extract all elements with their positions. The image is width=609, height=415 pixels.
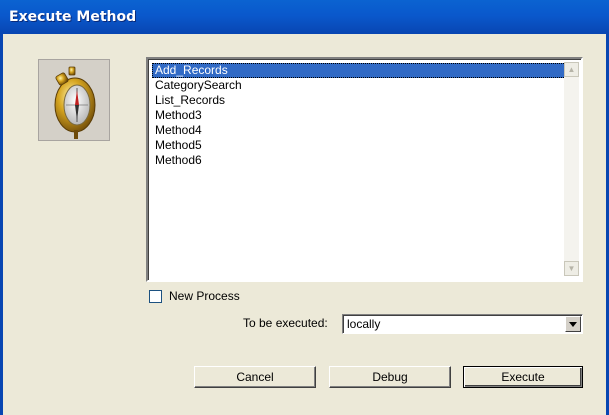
chevron-down-icon bbox=[569, 322, 577, 327]
dropdown-button[interactable] bbox=[565, 316, 581, 332]
execute-location-label: To be executed: bbox=[243, 316, 328, 330]
method-list-item[interactable]: List_Records bbox=[152, 93, 566, 108]
method-list-scrollbar[interactable]: ▲ ▼ bbox=[564, 62, 579, 276]
execute-method-dialog: Execute Method Add_Records CategorySearc… bbox=[0, 0, 609, 415]
method-list-items: Add_Records CategorySearch List_Records Met… bbox=[152, 63, 566, 168]
execute-button[interactable]: Execute bbox=[463, 366, 583, 388]
scroll-up-button[interactable]: ▲ bbox=[564, 62, 579, 77]
scroll-down-button[interactable]: ▼ bbox=[564, 261, 579, 276]
execute-location-value: locally bbox=[347, 317, 381, 331]
new-process-option[interactable]: New Process bbox=[149, 288, 240, 304]
compass-icon-frame bbox=[38, 59, 110, 141]
method-list[interactable]: Add_Records CategorySearch List_Records Met… bbox=[146, 57, 583, 282]
compass-icon bbox=[39, 60, 109, 140]
title-bar[interactable]: Execute Method bbox=[0, 0, 609, 34]
method-list-item[interactable]: Method4 bbox=[152, 123, 566, 138]
execute-location-select[interactable]: locally bbox=[342, 314, 583, 334]
new-process-checkbox[interactable] bbox=[149, 289, 162, 303]
window-border-left bbox=[0, 34, 3, 415]
method-list-item[interactable]: Method5 bbox=[152, 138, 566, 153]
cancel-button[interactable]: Cancel bbox=[194, 366, 316, 388]
method-list-item[interactable]: Add_Records bbox=[152, 63, 566, 78]
method-list-item[interactable]: Method3 bbox=[152, 108, 566, 123]
window-title: Execute Method bbox=[9, 9, 137, 25]
debug-button[interactable]: Debug bbox=[329, 366, 451, 388]
method-list-item[interactable]: Method6 bbox=[152, 153, 566, 168]
method-list-item[interactable]: CategorySearch bbox=[152, 78, 566, 93]
new-process-label: New Process bbox=[169, 289, 240, 303]
